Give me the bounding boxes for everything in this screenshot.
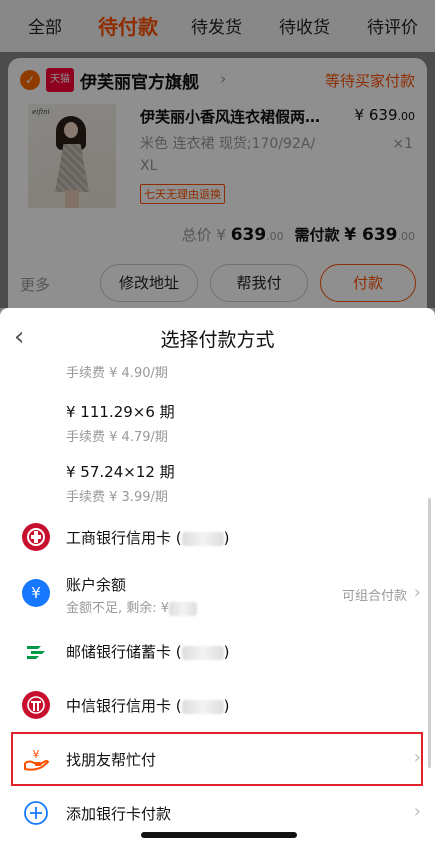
svg-text:¥: ¥ bbox=[31, 584, 41, 602]
installment-12[interactable]: ¥ 57.24×12 期 手续费 ¥ 3.99/期 bbox=[66, 461, 175, 505]
balance-label: 账户余额 bbox=[66, 576, 127, 594]
citic-label: 中信银行信用卡 ( bbox=[66, 697, 182, 715]
balance-sub: 金额不足, 剩余: ¥ bbox=[66, 601, 170, 616]
chevron-right-icon: › bbox=[413, 801, 421, 822]
scrollbar[interactable] bbox=[428, 498, 431, 768]
psbc-logo-icon bbox=[22, 637, 50, 665]
psbc-label: 邮储银行储蓄卡 ( bbox=[66, 643, 182, 661]
add-circle-icon bbox=[22, 799, 50, 827]
payment-method-sheet: ‹ 选择付款方式 手续费 ¥ 4.90/期 ¥ 111.29×6 期 手续费 ¥… bbox=[0, 308, 435, 845]
payment-row-citic[interactable]: 中信银行信用卡 () bbox=[0, 678, 435, 732]
modal-overlay[interactable] bbox=[0, 0, 435, 308]
icbc-label: 工商银行信用卡 ( bbox=[66, 529, 182, 547]
highlight-box bbox=[11, 732, 423, 786]
add-card-label: 添加银行卡付款 bbox=[66, 805, 172, 823]
installment-partial[interactable]: 手续费 ¥ 4.90/期 bbox=[66, 362, 168, 381]
payment-row-icbc[interactable]: 工商银行信用卡 () bbox=[0, 510, 435, 564]
payment-row-balance[interactable]: ¥ 账户余额 金额不足, 剩余: ¥ 可组合付款 › bbox=[0, 566, 435, 620]
chevron-right-icon: › bbox=[413, 582, 421, 603]
installment-6[interactable]: ¥ 111.29×6 期 手续费 ¥ 4.79/期 bbox=[66, 401, 175, 445]
icbc-logo-icon bbox=[22, 523, 50, 551]
payment-row-psbc[interactable]: 邮储银行储蓄卡 () bbox=[0, 624, 435, 678]
balance-yuan-icon: ¥ bbox=[22, 579, 50, 607]
home-indicator[interactable] bbox=[141, 832, 297, 838]
citic-logo-icon bbox=[22, 691, 50, 719]
sheet-title: 选择付款方式 bbox=[160, 329, 275, 351]
combine-pay-text: 可组合付款 bbox=[341, 589, 407, 604]
